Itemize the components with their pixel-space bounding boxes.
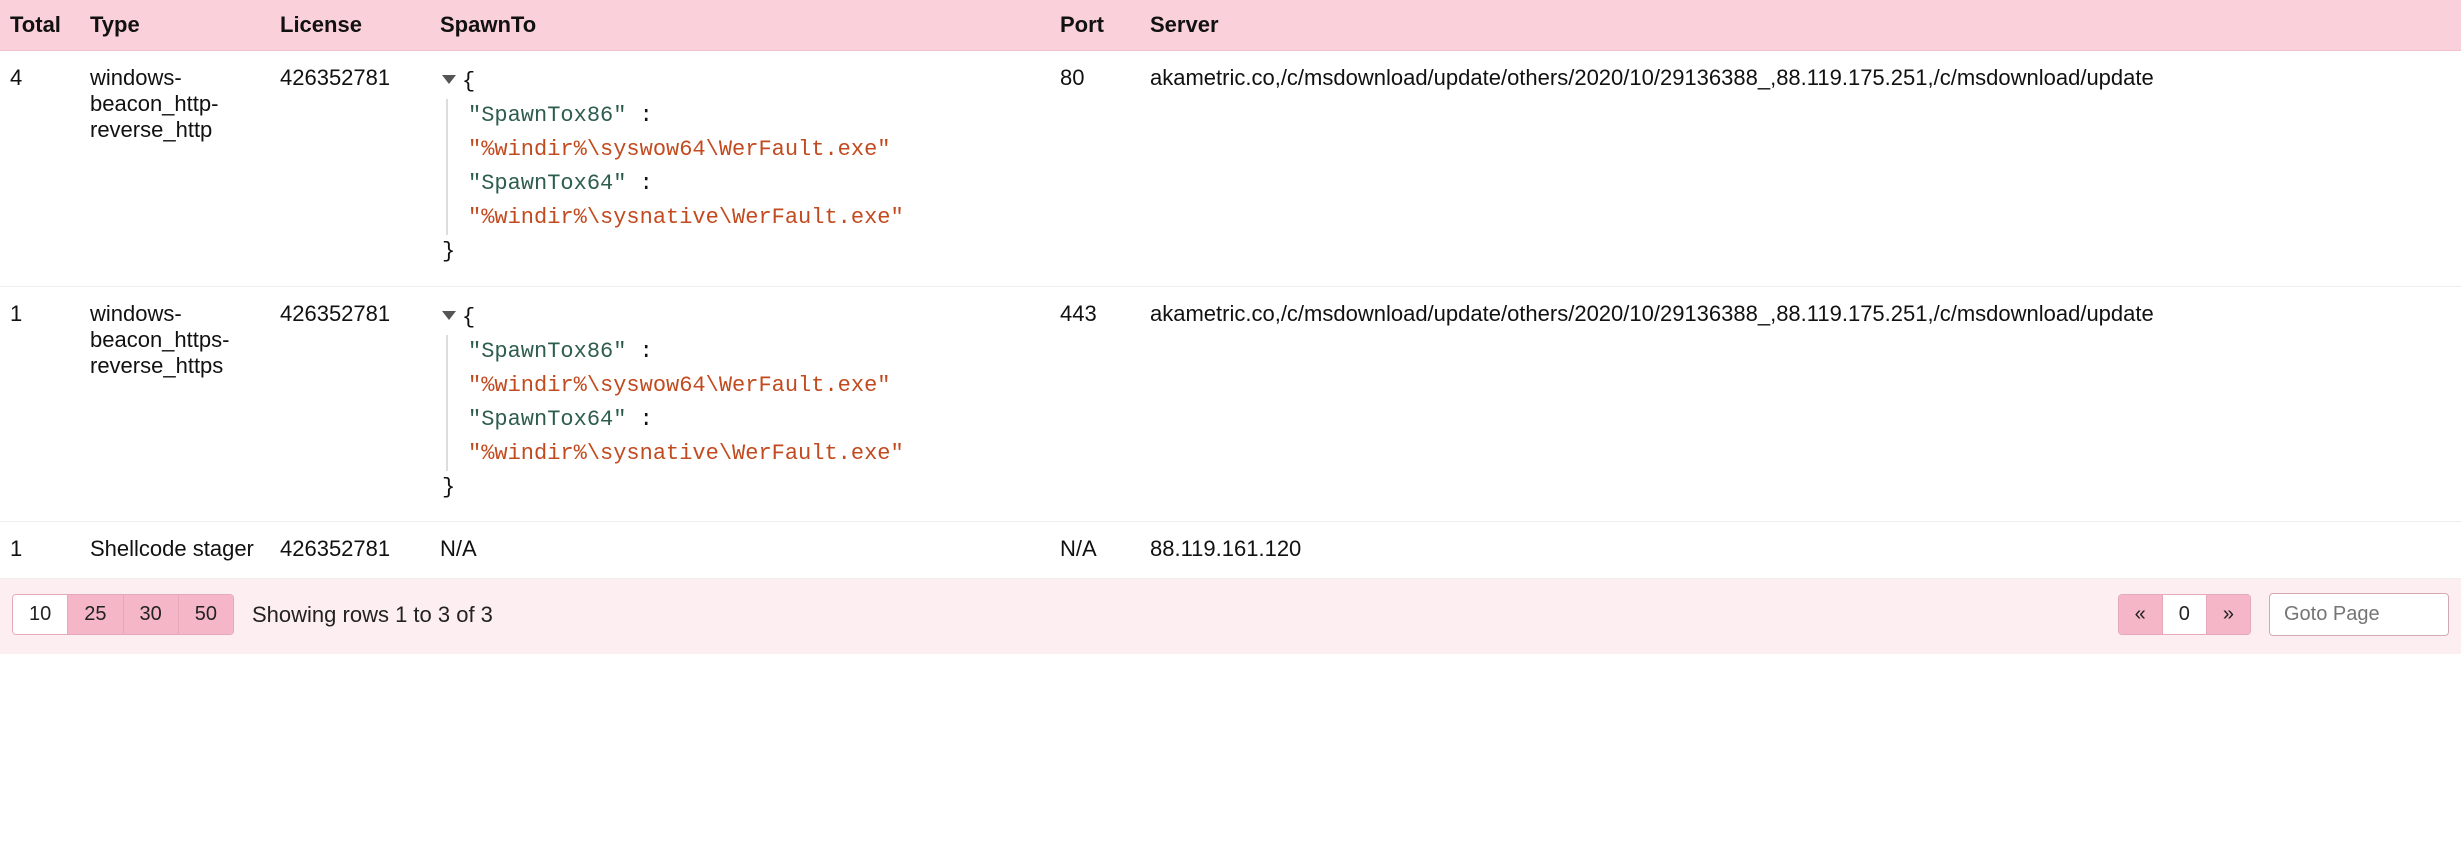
json-value: "%windir%\syswow64\WerFault.exe": [468, 137, 890, 162]
col-header-license[interactable]: License: [270, 0, 430, 51]
json-key: "SpawnTox86": [468, 339, 626, 364]
page-size-10[interactable]: 10: [13, 595, 68, 634]
collapse-toggle-icon[interactable]: [442, 311, 456, 320]
col-header-spawnto[interactable]: SpawnTo: [430, 0, 1050, 51]
cell-spawnto: N/A: [430, 522, 1050, 579]
cell-total: 1: [0, 286, 80, 522]
cell-total: 1: [0, 522, 80, 579]
json-colon: :: [626, 171, 652, 196]
cell-server: akametric.co,/c/msdownload/update/others…: [1140, 51, 2461, 287]
json-close-brace: }: [442, 475, 455, 500]
table-header-row: Total Type License SpawnTo Port Server: [0, 0, 2461, 51]
cell-type: windows-beacon_https-reverse_https: [80, 286, 270, 522]
cell-total: 4: [0, 51, 80, 287]
col-header-server[interactable]: Server: [1140, 0, 2461, 51]
table-row: 1Shellcode stager426352781N/AN/A88.119.1…: [0, 522, 2461, 579]
json-value: "%windir%\sysnative\WerFault.exe": [468, 205, 904, 230]
rows-status: Showing rows 1 to 3 of 3: [252, 602, 493, 628]
cell-license: 426352781: [270, 522, 430, 579]
json-key: "SpawnTox86": [468, 103, 626, 128]
current-page: 0: [2163, 595, 2207, 634]
table-row: 4windows-beacon_http-reverse_http4263527…: [0, 51, 2461, 287]
cell-spawnto: { "SpawnTox86" : "%windir%\syswow64\WerFau…: [430, 286, 1050, 522]
json-colon: :: [626, 407, 652, 432]
cell-type: windows-beacon_http-reverse_http: [80, 51, 270, 287]
page-size-30[interactable]: 30: [124, 595, 179, 634]
json-value: "%windir%\sysnative\WerFault.exe": [468, 441, 904, 466]
data-table: Total Type License SpawnTo Port Server 4…: [0, 0, 2461, 579]
prev-page-button[interactable]: «: [2119, 595, 2163, 634]
cell-port: 80: [1050, 51, 1140, 287]
cell-license: 426352781: [270, 51, 430, 287]
cell-type: Shellcode stager: [80, 522, 270, 579]
json-open-brace: {: [462, 69, 475, 94]
cell-license: 426352781: [270, 286, 430, 522]
json-open-brace: {: [462, 305, 475, 330]
table-row: 1windows-beacon_https-reverse_https42635…: [0, 286, 2461, 522]
json-colon: :: [626, 339, 652, 364]
json-key: "SpawnTox64": [468, 407, 626, 432]
col-header-type[interactable]: Type: [80, 0, 270, 51]
page-size-group: 10253050: [12, 594, 234, 635]
cell-port: N/A: [1050, 522, 1140, 579]
goto-page-input[interactable]: [2269, 593, 2449, 636]
json-close-brace: }: [442, 239, 455, 264]
page-size-50[interactable]: 50: [179, 595, 233, 634]
cell-server: akametric.co,/c/msdownload/update/others…: [1140, 286, 2461, 522]
json-colon: :: [626, 103, 652, 128]
next-page-button[interactable]: »: [2207, 595, 2250, 634]
cell-spawnto: { "SpawnTox86" : "%windir%\syswow64\WerFau…: [430, 51, 1050, 287]
cell-server: 88.119.161.120: [1140, 522, 2461, 579]
cell-port: 443: [1050, 286, 1140, 522]
collapse-toggle-icon[interactable]: [442, 75, 456, 84]
col-header-port[interactable]: Port: [1050, 0, 1140, 51]
col-header-total[interactable]: Total: [0, 0, 80, 51]
json-value: "%windir%\syswow64\WerFault.exe": [468, 373, 890, 398]
page-size-25[interactable]: 25: [68, 595, 123, 634]
json-key: "SpawnTox64": [468, 171, 626, 196]
pagination-group: « 0 »: [2118, 594, 2251, 635]
table-footer: 10253050 Showing rows 1 to 3 of 3 « 0 »: [0, 579, 2461, 654]
